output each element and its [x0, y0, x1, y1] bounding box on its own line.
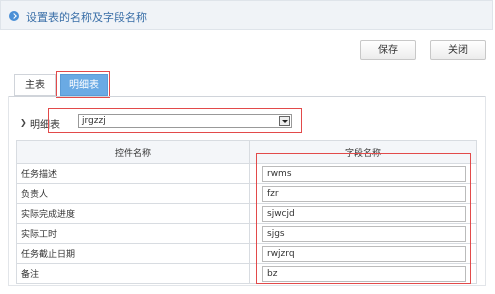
table-row: 任务截止日期 rwjzrq [16, 243, 477, 264]
control-name-cell: 备注 [16, 263, 250, 284]
control-name-cell: 负责人 [16, 183, 250, 204]
chevron-down-icon[interactable] [279, 116, 290, 126]
control-name-cell: 实际完成进度 [16, 203, 250, 224]
field-name-input[interactable]: bz [262, 265, 466, 282]
detail-table-select[interactable]: jrgzzj [78, 114, 292, 128]
field-mapping-table: 控件名称 字段名称 任务描述 rwms 负责人 fzr 实际完成进度 sjwcj… [16, 140, 477, 284]
field-name-input[interactable]: sjwcjd [262, 205, 466, 222]
chevron-right-icon: ❯ [20, 118, 27, 127]
field-name-cell: sjgs [249, 223, 477, 244]
field-name-cell: rwms [249, 163, 477, 184]
field-name-input[interactable]: fzr [262, 185, 466, 202]
detail-table-label: 明细表 [30, 120, 60, 131]
table-row: 任务描述 rwms [16, 163, 477, 184]
field-name-cell: bz [249, 263, 477, 284]
table-row: 实际完成进度 sjwcjd [16, 203, 477, 224]
table-row: 备注 bz [16, 263, 477, 284]
tab-detail-table[interactable]: 明细表 [60, 74, 108, 96]
field-name-input[interactable]: rwms [262, 165, 466, 182]
tab-main-table[interactable]: 主表 [14, 74, 56, 96]
chevron-circle-icon [9, 11, 19, 21]
control-name-cell: 任务截止日期 [16, 243, 250, 264]
field-name-cell: rwjzrq [249, 243, 477, 264]
control-name-cell: 任务描述 [16, 163, 250, 184]
table-row: 实际工时 sjgs [16, 223, 477, 244]
column-header-field-name: 字段名称 [249, 140, 477, 164]
field-name-cell: sjwcjd [249, 203, 477, 224]
page-title: 设置表的名称及字段名称 [26, 11, 147, 24]
column-header-control-name: 控件名称 [16, 140, 250, 164]
page-header: 设置表的名称及字段名称 [0, 0, 493, 30]
field-name-input[interactable]: sjgs [262, 225, 466, 242]
control-name-cell: 实际工时 [16, 223, 250, 244]
field-name-cell: fzr [249, 183, 477, 204]
field-name-input[interactable]: rwjzrq [262, 245, 466, 262]
save-button[interactable]: 保存 [360, 40, 416, 60]
table-header-row: 控件名称 字段名称 [16, 140, 477, 164]
close-button[interactable]: 关闭 [430, 40, 486, 60]
table-row: 负责人 fzr [16, 183, 477, 204]
detail-table-select-value: jrgzzj [82, 116, 106, 126]
